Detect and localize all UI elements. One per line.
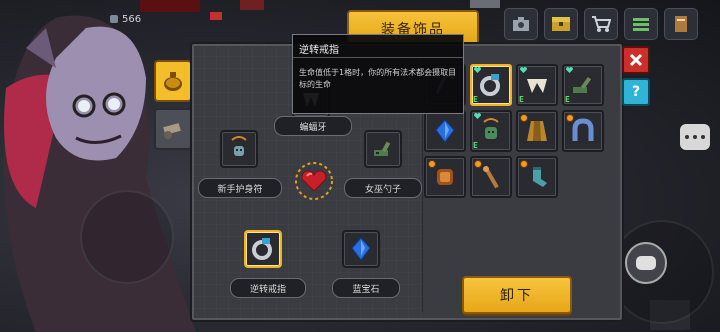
speech-bubble-icon[interactable] [680,124,710,150]
ring-of-reversal-icon [480,74,500,96]
equipped-mark: E [473,141,478,150]
tab-weapons[interactable] [154,108,192,150]
camera-icon[interactable] [504,8,538,40]
bat-fang-icon [527,79,547,93]
hud-top-icons [504,8,698,40]
tooltip-description: 生命值低于1格时，你的所有法术都会摄取目标的生命 [299,68,457,89]
equipped-mark: E [519,95,524,104]
inventory-item[interactable] [516,156,558,198]
equipped-mark: E [565,95,570,104]
close-icon [629,53,643,67]
beginner-amulet-icon [483,118,499,139]
sapphire-icon [435,119,455,143]
orange-mark-icon [428,160,436,168]
slot-left[interactable] [220,130,258,168]
tooltip-divider [293,57,463,58]
witch-spoon-icon [573,76,592,93]
heart-mark-icon [566,67,573,73]
slot-left-label: 新手护身符 [198,178,282,198]
coin-counter: 566 [110,14,141,25]
slot-right-label: 女巫勺子 [344,178,422,198]
inventory-item[interactable] [470,156,512,198]
wooden-staff-icon [483,165,499,189]
slot-top-label: 蝙蝠牙 [274,116,352,136]
inventory-item[interactable]: E [562,64,604,106]
bracelet-icon [437,169,453,185]
inventory-item[interactable] [424,156,466,198]
beginner-amulet-icon [231,136,247,156]
shopping-cart-icon[interactable] [584,8,618,40]
slot-bottom-left[interactable] [244,230,282,268]
witch-spoon-icon [374,141,391,156]
horseshoe-icon [572,118,594,141]
inventory-item[interactable] [424,110,466,152]
heart-mark-icon [520,67,527,73]
slot-bottom-left-label: 逆转戒指 [230,278,306,298]
slot-bottom-right-label: 蓝宝石 [332,278,400,298]
equipped-mark: E [473,95,478,104]
orange-mark-icon [566,114,574,122]
treasure-chest-icon[interactable] [544,8,578,40]
inventory-item[interactable] [516,110,558,152]
sapphire-icon [351,237,371,261]
menu-icon[interactable] [624,8,658,40]
unequip-button[interactable]: 卸下 [462,276,572,314]
chat-button[interactable] [625,242,667,284]
cannon-icon [163,123,181,139]
orange-mark-icon [520,114,528,122]
inventory-item[interactable]: E [470,64,512,106]
tab-accessories[interactable] [154,60,192,102]
sock-icon [533,167,547,187]
tooltip-title: 逆转戒指 [299,45,339,56]
slot-bottom-right[interactable] [342,230,380,268]
help-button[interactable]: ? [622,78,650,106]
close-button[interactable] [622,46,650,74]
inventory-item[interactable]: E [516,64,558,106]
item-tooltip: 逆转戒指 生命值低于1格时，你的所有法术都会摄取目标的生命 [292,34,464,114]
gem-icon [110,15,118,23]
ring-of-reversal-icon [252,238,272,260]
orange-mark-icon [474,160,482,168]
orange-mark-icon [520,160,528,168]
inventory-item[interactable] [562,110,604,152]
amulet-bag-icon [164,72,182,91]
movement-joystick[interactable] [80,190,174,284]
inventory-item[interactable]: E [470,110,512,152]
slot-right[interactable] [364,130,402,168]
vampire-character [4,15,196,332]
book-icon[interactable] [664,8,698,40]
heart-gem-icon [295,162,333,200]
heart-mark-icon [474,113,481,119]
heart-mark-icon [474,67,481,73]
cape-icon [527,121,547,141]
chat-icon [636,256,656,270]
